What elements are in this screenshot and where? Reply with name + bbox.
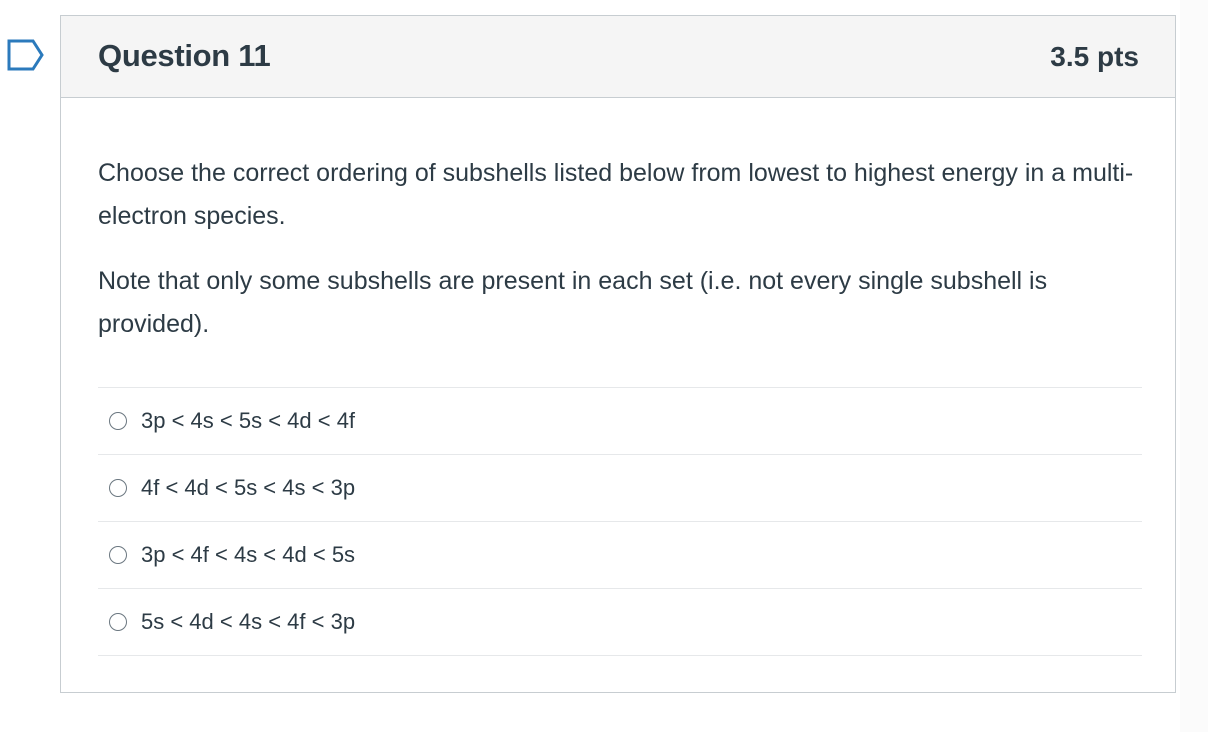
question-note: Note that only some subshells are presen… — [98, 267, 1048, 338]
answer-label: 3p < 4s < 5s < 4d < 4f — [141, 408, 356, 433]
radio-button-icon[interactable] — [109, 613, 127, 631]
answer-label: 3p < 4f < 4s < 4d < 5s — [141, 542, 356, 567]
radio-button-icon[interactable] — [109, 546, 127, 564]
question-card: Question 11 3.5 pts Choose the correct o… — [60, 15, 1176, 693]
answer-option-1[interactable]: 3p < 4s < 5s < 4d < 4f — [98, 388, 1142, 455]
radio-button-icon[interactable] — [109, 412, 127, 430]
answer-option-3[interactable]: 3p < 4f < 4s < 4d < 5s — [98, 522, 1142, 589]
answer-option-2[interactable]: 4f < 4d < 5s < 4s < 3p — [98, 455, 1142, 522]
question-text: Choose the correct ordering of subshells… — [98, 152, 1142, 346]
page-right-gutter — [1180, 0, 1208, 732]
answer-list: 3p < 4s < 5s < 4d < 4f 4f < 4d < 5s < 4s… — [98, 387, 1142, 656]
question-prompt: Choose the correct ordering of subshells… — [98, 159, 1134, 230]
question-title: Question 11 — [98, 38, 271, 73]
bookmark-flag-icon[interactable] — [7, 39, 45, 71]
answer-label: 4f < 4d < 5s < 4s < 3p — [141, 475, 356, 500]
flag-outline-shape — [7, 39, 44, 71]
question-points: 3.5 pts — [1050, 41, 1139, 72]
question-header: Question 11 3.5 pts — [61, 16, 1175, 98]
answer-option-4[interactable]: 5s < 4d < 4s < 4f < 3p — [98, 589, 1142, 656]
answer-label: 5s < 4d < 4s < 4f < 3p — [141, 609, 356, 634]
radio-button-icon[interactable] — [109, 479, 127, 497]
